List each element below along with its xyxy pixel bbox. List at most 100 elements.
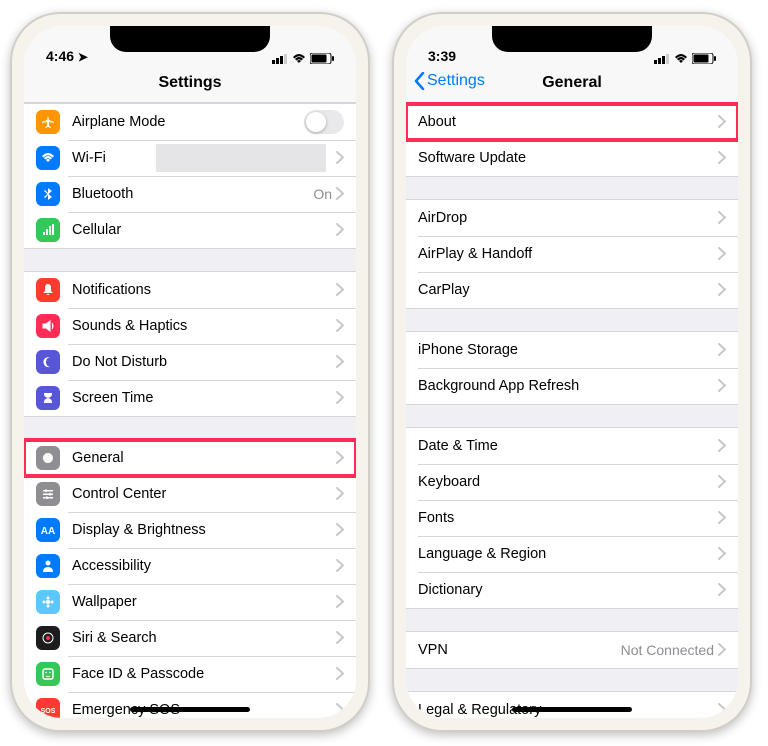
chevron-right-icon bbox=[336, 316, 344, 337]
row-about[interactable]: About bbox=[406, 104, 738, 140]
row-label: Face ID & Passcode bbox=[72, 666, 336, 682]
row-bluetooth[interactable]: BluetoothOn bbox=[24, 176, 356, 212]
row-carplay[interactable]: CarPlay bbox=[406, 272, 738, 308]
row-label: CarPlay bbox=[418, 282, 718, 298]
chevron-right-icon bbox=[718, 247, 726, 260]
chevron-right-icon bbox=[718, 151, 726, 164]
chevron-right-icon bbox=[336, 319, 344, 332]
status-time: 3:39 bbox=[428, 48, 456, 64]
row-emergency-sos[interactable]: SOSEmergency SOS bbox=[24, 692, 356, 718]
row-detail: Not Connected bbox=[621, 642, 714, 658]
chevron-right-icon bbox=[336, 487, 344, 500]
row-background-app-refresh[interactable]: Background App Refresh bbox=[406, 368, 738, 404]
faceid-icon bbox=[36, 662, 60, 686]
chevron-right-icon bbox=[718, 583, 726, 596]
chevron-right-icon bbox=[718, 112, 726, 133]
row-label: AirPlay & Handoff bbox=[418, 246, 718, 262]
airplane-icon bbox=[36, 110, 60, 134]
back-button[interactable]: Settings bbox=[414, 72, 485, 90]
row-airplay-handoff[interactable]: AirPlay & Handoff bbox=[406, 236, 738, 272]
row-label: Date & Time bbox=[418, 438, 718, 454]
chevron-right-icon bbox=[336, 352, 344, 373]
row-fonts[interactable]: Fonts bbox=[406, 500, 738, 536]
row-airplane-mode[interactable]: Airplane Mode bbox=[24, 104, 356, 140]
row-accessibility[interactable]: Accessibility bbox=[24, 548, 356, 584]
row-wallpaper[interactable]: Wallpaper bbox=[24, 584, 356, 620]
row-airdrop[interactable]: AirDrop bbox=[406, 200, 738, 236]
settings-list[interactable]: Airplane ModeWi-FiBluetoothOn Cellular Not… bbox=[24, 103, 356, 718]
chevron-right-icon bbox=[718, 280, 726, 301]
chevron-right-icon bbox=[718, 544, 726, 565]
chevron-right-icon bbox=[336, 700, 344, 719]
moon-icon bbox=[36, 350, 60, 374]
row-label: AirDrop bbox=[418, 210, 718, 226]
row-language-region[interactable]: Language & Region bbox=[406, 536, 738, 572]
row-notifications[interactable]: Notifications bbox=[24, 272, 356, 308]
aa-icon: AA bbox=[36, 518, 60, 542]
row-label: Do Not Disturb bbox=[72, 354, 336, 370]
row-vpn[interactable]: VPNNot Connected bbox=[406, 632, 738, 668]
chevron-right-icon bbox=[336, 484, 344, 505]
chevron-right-icon bbox=[718, 115, 726, 128]
flower-icon bbox=[36, 590, 60, 614]
row-keyboard[interactable]: Keyboard bbox=[406, 464, 738, 500]
chevron-right-icon bbox=[718, 436, 726, 457]
row-display-brightness[interactable]: AADisplay & Brightness bbox=[24, 512, 356, 548]
row-label: Cellular bbox=[72, 222, 336, 238]
chevron-right-icon bbox=[336, 151, 344, 164]
hourglass-icon bbox=[36, 386, 60, 410]
toggle-switch[interactable] bbox=[304, 110, 344, 134]
location-arrow-icon: ➤ bbox=[78, 50, 88, 64]
row-label: Language & Region bbox=[418, 546, 718, 562]
row-wi-fi[interactable]: Wi-Fi bbox=[24, 140, 356, 176]
chevron-right-icon bbox=[718, 511, 726, 524]
chevron-right-icon bbox=[718, 283, 726, 296]
screen-right: 3:39 Settings General AboutSoftware Upda… bbox=[406, 26, 738, 718]
row-date-time[interactable]: Date & Time bbox=[406, 428, 738, 464]
screen-left: 4:46 ➤ Settings Airplane ModeWi-FiBlueto… bbox=[24, 26, 356, 718]
chevron-right-icon bbox=[336, 184, 344, 205]
sos-icon: SOS bbox=[36, 698, 60, 718]
chevron-right-icon bbox=[718, 379, 726, 392]
row-label: Accessibility bbox=[72, 558, 336, 574]
row-software-update[interactable]: Software Update bbox=[406, 140, 738, 176]
row-control-center[interactable]: Control Center bbox=[24, 476, 356, 512]
row-general[interactable]: General bbox=[24, 440, 356, 476]
chevron-right-icon bbox=[336, 523, 344, 536]
chevron-right-icon bbox=[718, 148, 726, 169]
chevron-right-icon bbox=[336, 703, 344, 716]
cellular-icon bbox=[36, 218, 60, 242]
row-legal-regulatory[interactable]: Legal & Regulatory bbox=[406, 692, 738, 718]
chevron-right-icon bbox=[336, 631, 344, 644]
row-iphone-storage[interactable]: iPhone Storage bbox=[406, 332, 738, 368]
svg-text:SOS: SOS bbox=[41, 708, 55, 715]
siri-icon bbox=[36, 626, 60, 650]
bluetooth-icon bbox=[36, 182, 60, 206]
row-siri-search[interactable]: Siri & Search bbox=[24, 620, 356, 656]
row-sounds-haptics[interactable]: Sounds & Haptics bbox=[24, 308, 356, 344]
status-icons bbox=[272, 53, 334, 64]
chevron-right-icon bbox=[718, 340, 726, 361]
chevron-right-icon bbox=[336, 595, 344, 608]
page-title: Settings bbox=[158, 74, 221, 91]
general-list[interactable]: AboutSoftware Update AirDrop AirPlay & Han… bbox=[406, 103, 738, 718]
row-cellular[interactable]: Cellular bbox=[24, 212, 356, 248]
header-left: Settings bbox=[24, 66, 356, 103]
home-indicator[interactable] bbox=[512, 707, 632, 712]
back-label: Settings bbox=[427, 72, 485, 90]
chevron-right-icon bbox=[336, 556, 344, 577]
row-detail: On bbox=[313, 186, 332, 202]
redacted-mask bbox=[156, 144, 326, 172]
header-right: Settings General bbox=[406, 66, 738, 103]
wifi-icon bbox=[36, 146, 60, 170]
row-face-id-passcode[interactable]: Face ID & Passcode bbox=[24, 656, 356, 692]
sliders-icon bbox=[36, 482, 60, 506]
chevron-right-icon bbox=[336, 664, 344, 685]
gear-icon bbox=[36, 446, 60, 470]
chevron-right-icon bbox=[718, 376, 726, 397]
home-indicator[interactable] bbox=[130, 707, 250, 712]
row-dictionary[interactable]: Dictionary bbox=[406, 572, 738, 608]
row-screen-time[interactable]: Screen Time bbox=[24, 380, 356, 416]
row-do-not-disturb[interactable]: Do Not Disturb bbox=[24, 344, 356, 380]
chevron-right-icon bbox=[718, 208, 726, 229]
